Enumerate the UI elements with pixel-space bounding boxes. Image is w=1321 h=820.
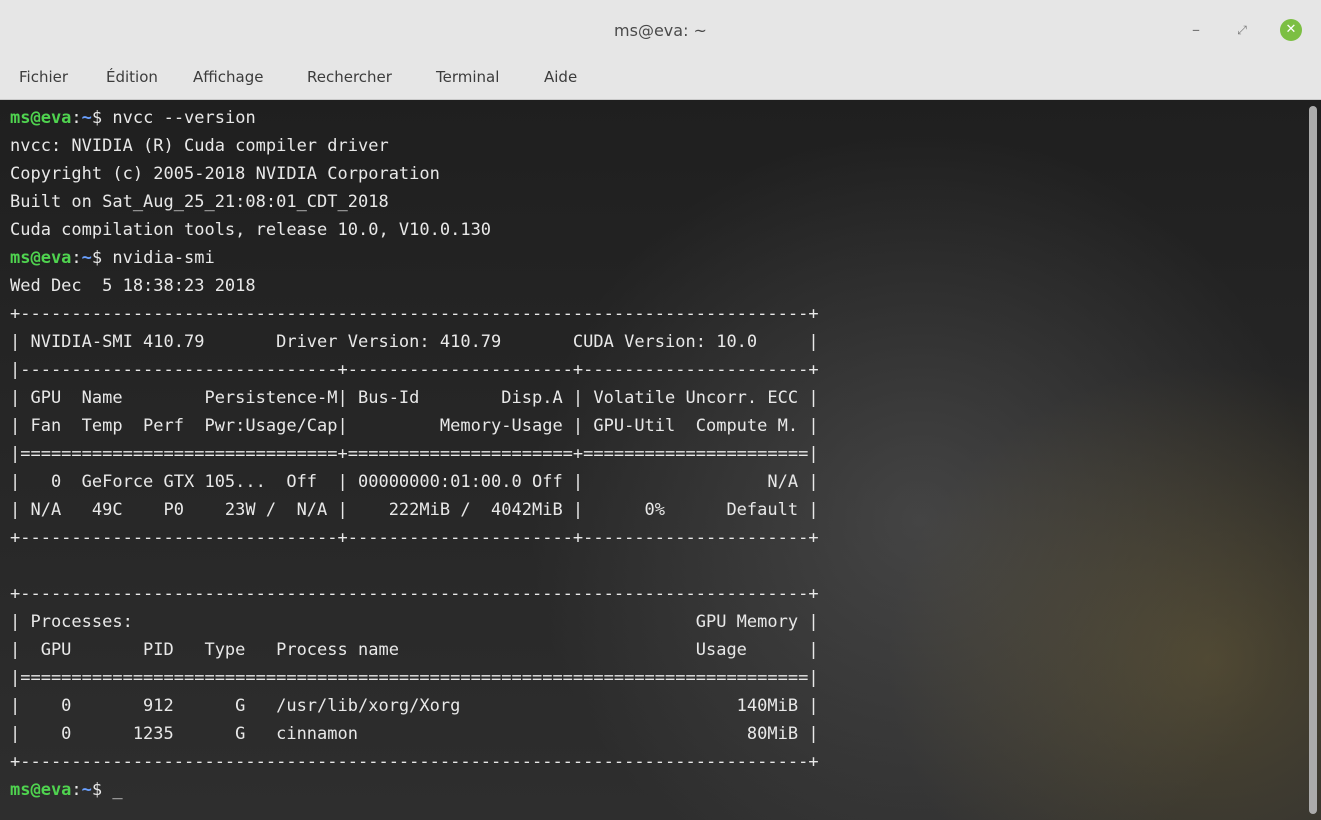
smi-table-line: | Fan Temp Perf Pwr:Usage/Cap| Memory-Us… bbox=[10, 416, 819, 436]
smi-table-line: | 0 912 G /usr/lib/xorg/Xorg 140MiB | bbox=[10, 696, 819, 716]
smi-table-line: | N/A 49C P0 23W / N/A | 222MiB / 4042Mi… bbox=[10, 500, 819, 520]
command-text: nvcc --version bbox=[112, 108, 256, 128]
prompt-path: ~ bbox=[81, 108, 92, 128]
prompt-user-host: ms@eva bbox=[10, 108, 72, 128]
prompt-user-host: ms@eva bbox=[10, 248, 72, 268]
prompt-path: ~ bbox=[81, 248, 92, 268]
menu-aide[interactable]: Aide bbox=[544, 61, 577, 99]
smi-table-line: | 0 GeForce GTX 105... Off | 00000000:01… bbox=[10, 472, 819, 492]
smi-table-line: | GPU Name Persistence-M| Bus-Id Disp.A … bbox=[10, 388, 819, 408]
prompt-separator: : bbox=[71, 780, 82, 800]
text-cursor: _ bbox=[112, 780, 123, 800]
title-bar[interactable]: ms@eva: ~ – ⤢ ✕ bbox=[0, 0, 1321, 61]
prompt-line: ms@eva:~$ nvcc --version bbox=[10, 104, 1295, 132]
smi-table-line: | NVIDIA-SMI 410.79 Driver Version: 410.… bbox=[10, 332, 819, 352]
menu-bar: Fichier Édition Affichage Rechercher Ter… bbox=[0, 61, 1321, 100]
smi-table-line: | 0 1235 G cinnamon 80MiB | bbox=[10, 724, 819, 744]
output-line: Copyright (c) 2005-2018 NVIDIA Corporati… bbox=[10, 164, 440, 184]
menu-fichier[interactable]: Fichier bbox=[19, 61, 68, 99]
smi-table-line: | GPU PID Type Process name Usage | bbox=[10, 640, 819, 660]
prompt-separator: : bbox=[71, 108, 82, 128]
menu-affichage[interactable]: Affichage bbox=[193, 61, 263, 99]
smi-table-line: +---------------------------------------… bbox=[10, 584, 819, 604]
window-title: ms@eva: ~ bbox=[614, 21, 707, 40]
prompt-symbol: $ bbox=[91, 108, 113, 128]
terminal-output: ms@eva:~$ nvcc --version nvcc: NVIDIA (R… bbox=[10, 104, 1295, 820]
minimize-icon[interactable]: – bbox=[1184, 18, 1208, 42]
prompt-symbol: $ bbox=[91, 248, 113, 268]
smi-table-line: +-------------------------------+-------… bbox=[10, 528, 819, 548]
smi-table-line: |-------------------------------+-------… bbox=[10, 360, 819, 380]
output-line: Wed Dec 5 18:38:23 2018 bbox=[10, 276, 256, 296]
scrollbar-thumb[interactable] bbox=[1309, 106, 1317, 814]
smi-table-line: |===============================+=======… bbox=[10, 444, 819, 464]
close-icon[interactable]: ✕ bbox=[1280, 19, 1302, 41]
menu-rechercher[interactable]: Rechercher bbox=[307, 61, 392, 99]
smi-table-line: | Processes: GPU Memory | bbox=[10, 612, 819, 632]
terminal-area[interactable]: ms@eva:~$ nvcc --version nvcc: NVIDIA (R… bbox=[0, 100, 1321, 820]
smi-table-line: +---------------------------------------… bbox=[10, 752, 819, 772]
prompt-line: ms@eva:~$ _ bbox=[10, 776, 1295, 804]
command-text: nvidia-smi bbox=[112, 248, 215, 268]
vertical-scrollbar[interactable] bbox=[1306, 100, 1321, 820]
output-line: Cuda compilation tools, release 10.0, V1… bbox=[10, 220, 492, 240]
menu-edition[interactable]: Édition bbox=[106, 61, 158, 99]
menu-terminal[interactable]: Terminal bbox=[436, 61, 499, 99]
output-line: nvcc: NVIDIA (R) Cuda compiler driver bbox=[10, 136, 389, 156]
prompt-user-host: ms@eva bbox=[10, 780, 72, 800]
prompt-symbol: $ bbox=[91, 780, 113, 800]
prompt-path: ~ bbox=[81, 780, 92, 800]
smi-table-line: +---------------------------------------… bbox=[10, 304, 819, 324]
maximize-icon[interactable]: ⤢ bbox=[1230, 18, 1254, 42]
smi-table-line: |=======================================… bbox=[10, 668, 819, 688]
terminal-window: ms@eva: ~ – ⤢ ✕ Fichier Édition Affichag… bbox=[0, 0, 1321, 820]
prompt-separator: : bbox=[71, 248, 82, 268]
output-line: Built on Sat_Aug_25_21:08:01_CDT_2018 bbox=[10, 192, 389, 212]
prompt-line: ms@eva:~$ nvidia-smi bbox=[10, 244, 1295, 272]
